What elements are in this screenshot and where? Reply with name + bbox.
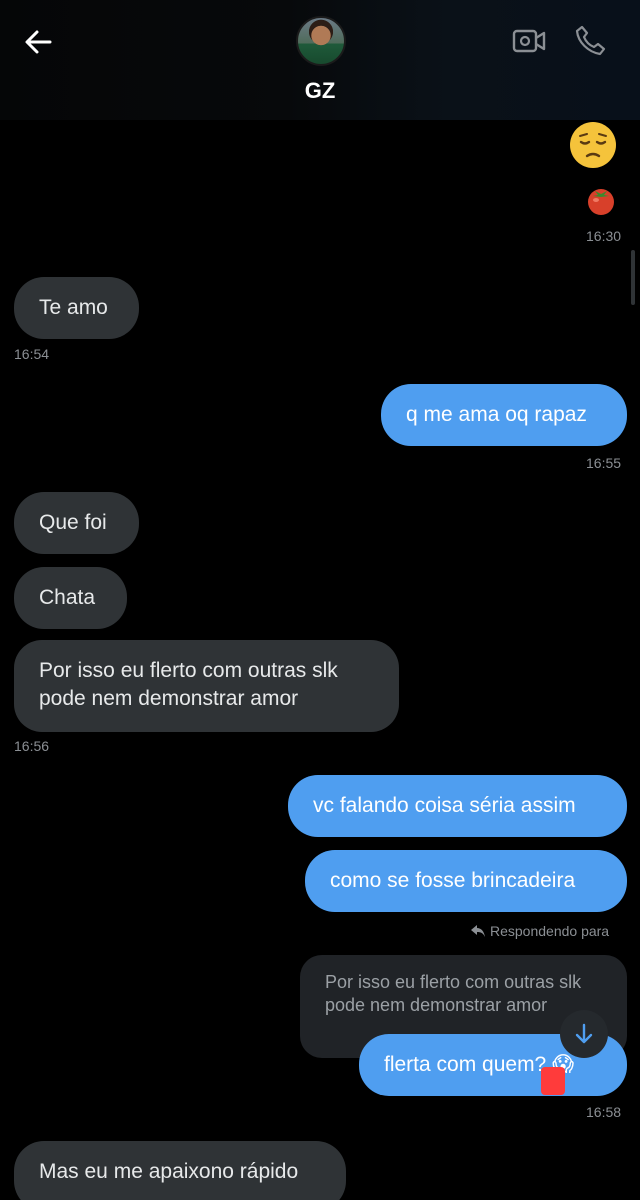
incoming-message[interactable]: Mas eu me apaixono rápido: [14, 1141, 346, 1200]
arrow-left-icon[interactable]: [22, 26, 54, 58]
contact-name[interactable]: GZ: [0, 78, 640, 104]
reply-icon: [471, 925, 485, 937]
timestamp: 16:55: [586, 455, 622, 471]
scrollbar[interactable]: [631, 250, 635, 305]
timestamp: 16:58: [586, 1104, 622, 1120]
scroll-to-bottom-button[interactable]: [560, 1010, 608, 1058]
message-line: Por isso eu flerto com outras slk: [39, 659, 338, 682]
timestamp: 16:30: [586, 228, 622, 244]
video-call-icon[interactable]: [512, 26, 546, 56]
incoming-message[interactable]: Que foi: [14, 492, 139, 554]
reply-label: Respondendo para: [490, 923, 610, 939]
incoming-message[interactable]: Te amo: [14, 277, 139, 339]
redaction-mark: [541, 1067, 565, 1095]
sad-face-emoji: [568, 120, 618, 170]
incoming-message[interactable]: Por isso eu flerto com outras slk pode n…: [14, 640, 399, 732]
tomato-emoji: [585, 184, 617, 216]
arrow-down-icon: [575, 1023, 593, 1044]
outgoing-message[interactable]: vc falando coisa séria assim: [288, 775, 627, 837]
reply-indicator: Respondendo para: [470, 923, 609, 939]
timestamp: 16:54: [14, 346, 50, 362]
avatar[interactable]: [296, 16, 346, 66]
timestamp: 16:56: [14, 738, 50, 754]
incoming-message[interactable]: Chata: [14, 567, 127, 629]
phone-icon[interactable]: [574, 24, 606, 56]
outgoing-message[interactable]: q me ama oq rapaz: [381, 384, 627, 446]
chat-header: GZ: [0, 0, 640, 120]
message-line: pode nem demonstrar amor: [39, 687, 299, 710]
outgoing-message[interactable]: como se fosse brincadeira: [305, 850, 627, 912]
